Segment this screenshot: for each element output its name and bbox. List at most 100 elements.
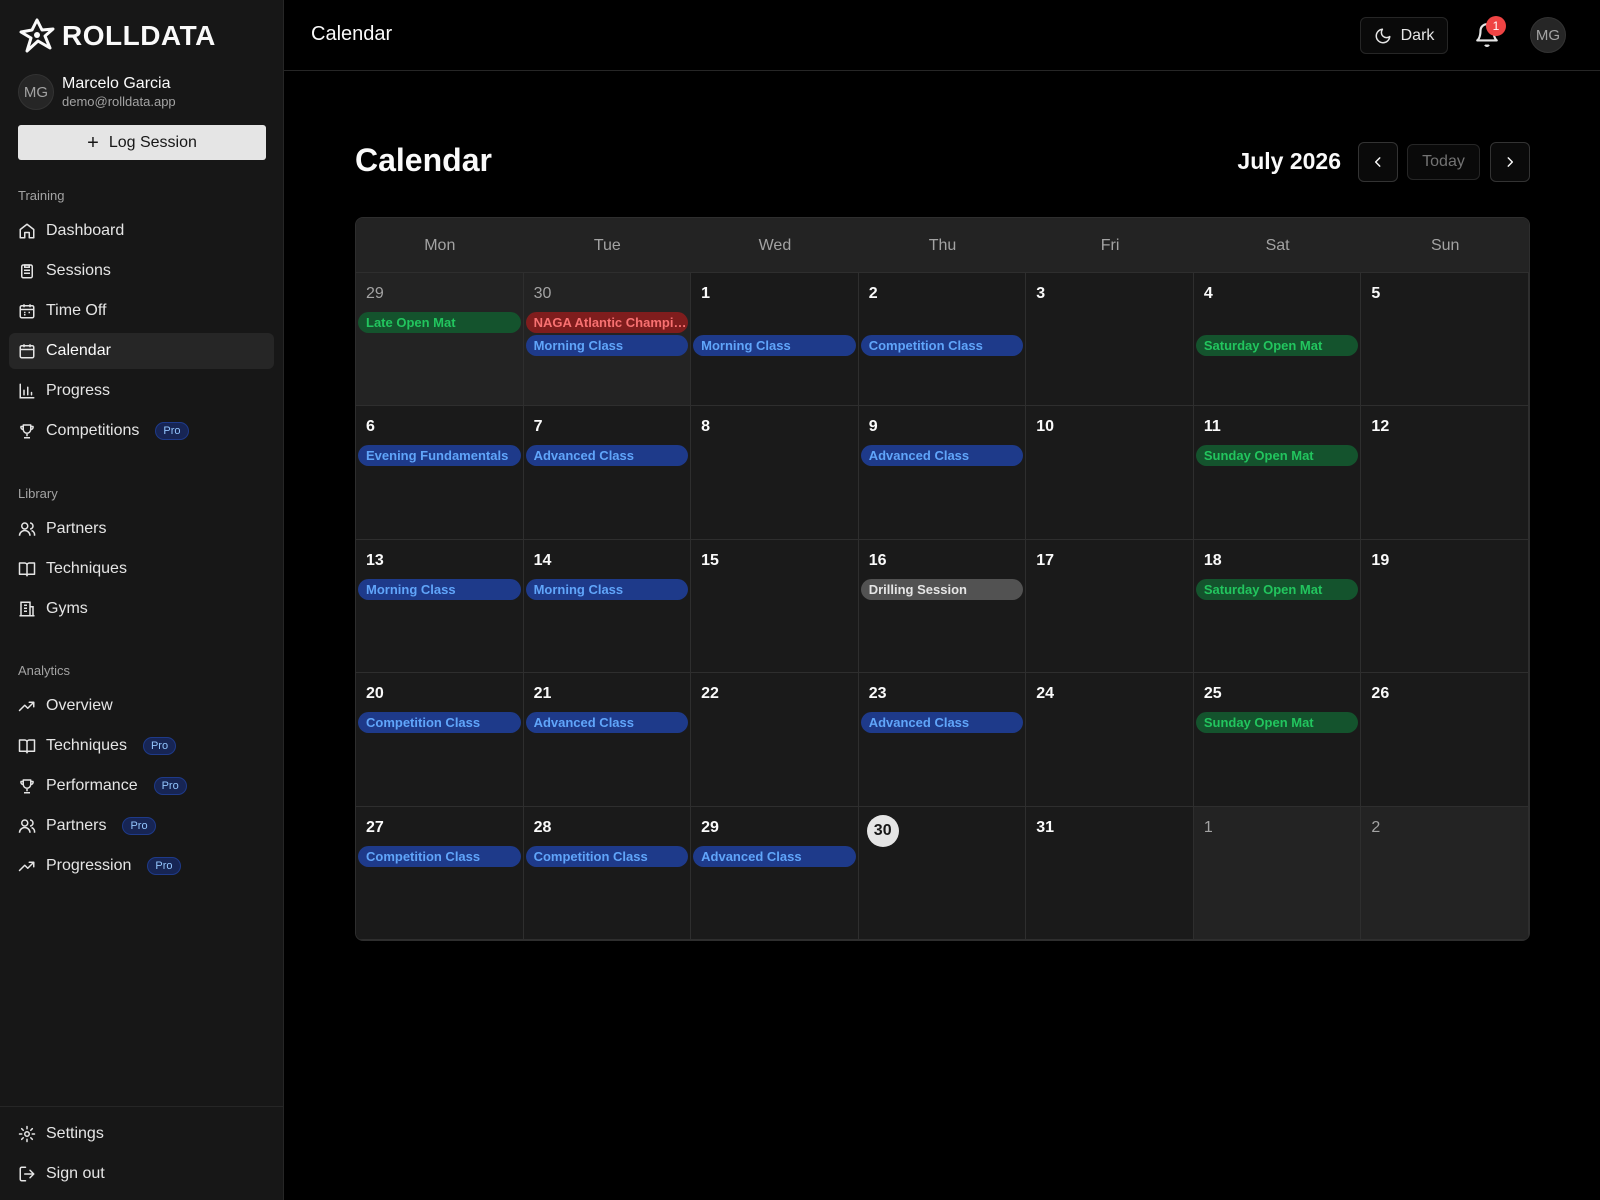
calendar-event[interactable]: Advanced Class	[860, 712, 1024, 734]
sidebar-item-dashboard[interactable]: Dashboard	[9, 213, 274, 249]
app-name: ROLLDATA	[62, 20, 216, 51]
calendar-event[interactable]: Evening Fundamentals	[358, 445, 521, 467]
calendar-day-cell[interactable]: 8	[691, 406, 859, 540]
calendar-event[interactable]: Advanced Class	[525, 445, 689, 467]
next-month-button[interactable]	[1490, 142, 1530, 182]
calendar-day-cell[interactable]: 28 Competition Class	[523, 806, 692, 940]
calendar-day-cell[interactable]: 1 Morning Class	[691, 273, 859, 407]
sidebar-item-techniques[interactable]: Techniques Pro	[9, 728, 274, 764]
date-number: 1	[1203, 818, 1213, 836]
calendar-day-cell[interactable]: 5	[1361, 273, 1529, 407]
prev-month-button[interactable]	[1358, 142, 1398, 182]
calendar-day-cell[interactable]: 9 Advanced Class	[858, 406, 1027, 540]
sidebar-item-competitions[interactable]: Competitions Pro	[9, 413, 274, 449]
date-number: 8	[701, 418, 711, 436]
calendar-day-cell[interactable]: 30	[858, 806, 1027, 940]
calendar-day-cell[interactable]: 18 Saturday Open Mat	[1193, 539, 1362, 674]
calendar-day-cell[interactable]: 17	[1026, 539, 1194, 674]
calendar-event[interactable]: Competition Class	[860, 335, 1024, 356]
calendar-event[interactable]: Sunday Open Mat	[1195, 712, 1359, 734]
calendar-day-cell[interactable]: 29 Advanced Class	[691, 806, 859, 940]
calendar-day-cell[interactable]: 21 Advanced Class	[523, 673, 692, 807]
calendar-day-cell[interactable]: 22	[691, 673, 859, 807]
topbar-title: Calendar	[311, 23, 393, 45]
calendar-day-cell[interactable]: 16 Drilling Session	[858, 539, 1027, 674]
calendar-day-cell[interactable]: 19	[1361, 539, 1529, 674]
calendar-event[interactable]: Competition Class	[358, 845, 521, 867]
calendar-event[interactable]: Morning Class	[525, 335, 689, 356]
sidebar-item-settings[interactable]: Settings	[9, 1116, 274, 1152]
date-number: 25	[1203, 685, 1222, 703]
sidebar-item-calendar[interactable]: Calendar	[9, 333, 274, 369]
calendar-grid: Mon Tue Wed Thu Fri Sat Sun 29 Late Open Mat 30 N…	[355, 217, 1530, 941]
sidebar-item-time-off[interactable]: Time Off	[9, 293, 274, 329]
today-button[interactable]: Today	[1407, 144, 1480, 180]
calendar-event[interactable]: Morning Class	[525, 578, 689, 600]
trending-icon	[18, 701, 35, 712]
calendar-event[interactable]: NAGA Atlantic Championship	[525, 312, 689, 333]
calendar-event[interactable]: Drilling Session	[860, 578, 1024, 600]
calendar-day-cell[interactable]: 24	[1026, 673, 1194, 807]
sidebar-item-sign-out[interactable]: Sign out	[9, 1156, 274, 1192]
calendar-day-cell[interactable]: 25 Sunday Open Mat	[1193, 673, 1362, 807]
calendar-day-cell[interactable]: 3	[1026, 273, 1194, 407]
calendar-day-cell[interactable]: 23 Advanced Class	[858, 673, 1027, 807]
calendar-day-cell[interactable]: 14 Morning Class	[523, 539, 692, 674]
calendar-day-cell[interactable]: 31	[1026, 806, 1194, 940]
sidebar-item-progression[interactable]: Progression Pro	[9, 848, 274, 884]
sidebar-item-sessions[interactable]: Sessions	[9, 253, 274, 289]
sidebar-item-progress[interactable]: Progress	[9, 373, 274, 409]
sidebar-item-partners[interactable]: Partners	[9, 511, 274, 547]
calendar-event[interactable]: Advanced Class	[860, 445, 1024, 467]
log-session-button[interactable]: + Log Session	[18, 125, 266, 160]
sidebar-item-techniques[interactable]: Techniques	[9, 551, 274, 587]
calendar-event[interactable]: Competition Class	[525, 845, 689, 867]
book-icon	[18, 562, 36, 577]
calendar-event[interactable]: Saturday Open Mat	[1195, 578, 1359, 600]
theme-toggle-button[interactable]: Dark	[1360, 17, 1448, 54]
calendar-day-cell[interactable]: 27 Competition Class	[356, 806, 524, 940]
calendar-event[interactable]: Morning Class	[358, 578, 521, 600]
calendar-day-cell[interactable]: 30 NAGA Atlantic ChampionshipMorning Clas…	[523, 273, 692, 407]
calendar-day-cell[interactable]: 13 Morning Class	[356, 539, 524, 674]
calendar-event[interactable]: Competition Class	[358, 712, 521, 734]
calendar-event[interactable]: Morning Class	[693, 335, 856, 356]
calendar-day-cell[interactable]: 20 Competition Class	[356, 673, 524, 807]
home-icon	[19, 223, 35, 239]
calendar-day-cell[interactable]: 2 Competition Class	[858, 273, 1027, 407]
app-logo[interactable]: ROLLDATA	[18, 18, 216, 54]
sidebar-item-performance[interactable]: Performance Pro	[9, 768, 274, 804]
calendar-day-cell[interactable]: 11 Sunday Open Mat	[1193, 406, 1362, 540]
calendar-day-cell[interactable]: 15	[691, 539, 859, 674]
sidebar-divider	[0, 1106, 284, 1107]
calendar-day-cell[interactable]: 6 Evening Fundamentals	[356, 406, 524, 540]
sidebar-item-label: Progression	[46, 857, 132, 874]
sidebar-item-label: Dashboard	[46, 222, 125, 239]
calendar-day-cell[interactable]: 1	[1193, 806, 1362, 940]
date-number: 2	[1371, 818, 1381, 836]
calendar-event[interactable]: Sunday Open Mat	[1195, 445, 1359, 467]
calendar-event[interactable]: Advanced Class	[525, 712, 689, 734]
avatar[interactable]: MG	[1530, 17, 1566, 53]
date-number: 31	[1036, 818, 1055, 836]
sidebar-item-overview[interactable]: Overview	[9, 688, 274, 724]
trophy-icon	[20, 779, 34, 794]
calendar-day-cell[interactable]: 7 Advanced Class	[523, 406, 692, 540]
calendar-day-cell[interactable]: 26	[1361, 673, 1529, 807]
sidebar-item-gyms[interactable]: Gyms	[9, 591, 274, 627]
calendar-event[interactable]: Saturday Open Mat	[1195, 335, 1359, 356]
calendar-day-cell[interactable]: 2	[1361, 806, 1529, 940]
user-profile[interactable]: MG Marcelo Garcia demo@rolldata.app	[18, 74, 176, 110]
trophy-icon	[20, 424, 34, 439]
date-number: 29	[366, 285, 384, 302]
calendar-day-cell[interactable]: 29 Late Open Mat	[356, 273, 524, 407]
calendar-day-cell[interactable]: 4 Saturday Open Mat	[1193, 273, 1362, 407]
sidebar-item-partners[interactable]: Partners Pro	[9, 808, 274, 844]
calendar-day-cell[interactable]: 10	[1026, 406, 1194, 540]
calendar-day-cell[interactable]: 12	[1361, 406, 1529, 540]
date-number: 1	[701, 285, 711, 302]
chevron-left-icon	[1374, 157, 1381, 167]
calendar-event[interactable]: Late Open Mat	[358, 312, 521, 333]
chevron-right-icon	[1507, 157, 1514, 167]
calendar-event[interactable]: Advanced Class	[693, 845, 856, 867]
